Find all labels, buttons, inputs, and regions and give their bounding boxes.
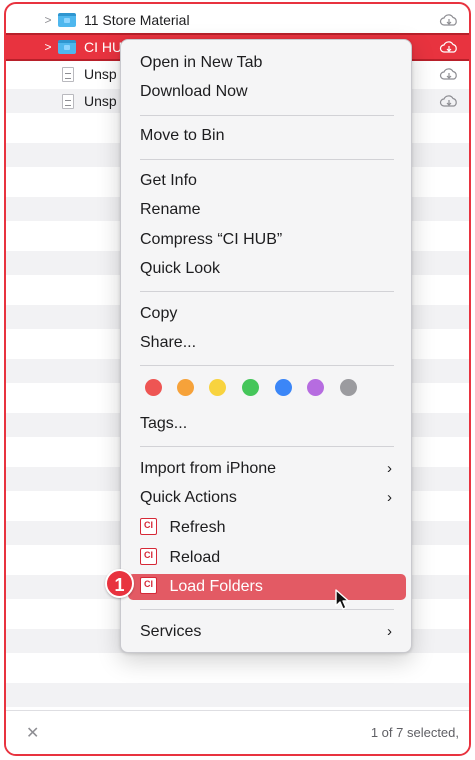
step-badge: 1 — [105, 569, 134, 598]
list-item-store-material[interactable]: > 11 Store Material — [6, 8, 469, 32]
menu-item-tags[interactable]: Tags... — [128, 411, 406, 437]
folder-icon — [58, 13, 76, 27]
menu-item-label: Services — [140, 623, 202, 640]
menu-item-move-to-bin[interactable]: Move to Bin — [128, 123, 406, 149]
chevron-right-icon: › — [387, 489, 392, 506]
ci-hub-icon: CI — [140, 547, 157, 565]
file-name: 11 Store Material — [84, 12, 190, 28]
menu-separator — [140, 115, 394, 116]
menu-separator — [140, 609, 394, 610]
menu-item-copy[interactable]: Copy — [128, 301, 406, 327]
pointer-cursor-icon — [335, 589, 350, 610]
menu-item-open-new-tab[interactable]: Open in New Tab — [128, 50, 406, 76]
file-name: Unsp — [84, 93, 117, 109]
folder-icon — [58, 40, 76, 54]
menu-item-label: Import from iPhone — [140, 460, 277, 477]
menu-item-label: Quick Actions — [140, 489, 237, 506]
tag-gray-dot[interactable] — [340, 379, 357, 396]
menu-item-label: Load Folders — [169, 578, 263, 595]
status-bar: ✕ 1 of 7 selected, — [6, 710, 469, 754]
menu-item-label: Refresh — [169, 519, 226, 536]
menu-item-download-now[interactable]: Download Now — [128, 79, 406, 105]
chevron-right-icon: › — [387, 623, 392, 640]
tag-purple-dot[interactable] — [307, 379, 324, 396]
tag-blue-dot[interactable] — [275, 379, 292, 396]
menu-separator — [140, 291, 394, 292]
cloud-download-icon[interactable] — [439, 40, 459, 54]
ci-hub-icon: CI — [140, 576, 157, 594]
document-icon — [62, 93, 74, 109]
tag-red-dot[interactable] — [145, 379, 162, 396]
tag-orange-dot[interactable] — [177, 379, 194, 396]
menu-item-quick-look[interactable]: Quick Look — [128, 256, 406, 282]
tag-green-dot[interactable] — [242, 379, 259, 396]
cloud-download-icon[interactable] — [439, 94, 459, 108]
chevron-right-icon[interactable]: > — [42, 13, 54, 27]
empty-row — [6, 683, 469, 707]
ci-hub-icon: CI — [140, 517, 157, 535]
menu-separator — [140, 446, 394, 447]
cloud-download-icon[interactable] — [439, 13, 459, 27]
menu-item-rename[interactable]: Rename — [128, 197, 406, 223]
chevron-right-icon: › — [387, 460, 392, 477]
menu-item-refresh[interactable]: CI Refresh — [128, 515, 406, 541]
menu-item-share[interactable]: Share... — [128, 330, 406, 356]
document-icon — [62, 66, 74, 82]
menu-item-services[interactable]: Services › — [128, 619, 406, 645]
menu-item-import-iphone[interactable]: Import from iPhone › — [128, 456, 406, 482]
menu-item-load-folders[interactable]: CI Load Folders — [128, 574, 406, 600]
menu-item-compress[interactable]: Compress “CI HUB” — [128, 227, 406, 253]
selection-status: 1 of 7 selected, — [370, 725, 459, 740]
menu-separator — [140, 159, 394, 160]
close-icon[interactable]: ✕ — [26, 723, 39, 743]
menu-separator — [140, 365, 394, 366]
menu-item-reload[interactable]: CI Reload — [128, 545, 406, 571]
chevron-right-icon[interactable]: > — [42, 40, 54, 54]
menu-item-label: Reload — [169, 549, 221, 566]
menu-item-get-info[interactable]: Get Info — [128, 168, 406, 194]
cloud-download-icon[interactable] — [439, 67, 459, 81]
context-menu: Open in New Tab Download Now Move to Bin… — [120, 39, 412, 653]
tag-yellow-dot[interactable] — [209, 379, 226, 396]
menu-item-quick-actions[interactable]: Quick Actions › — [128, 485, 406, 511]
file-name: Unsp — [84, 66, 117, 82]
